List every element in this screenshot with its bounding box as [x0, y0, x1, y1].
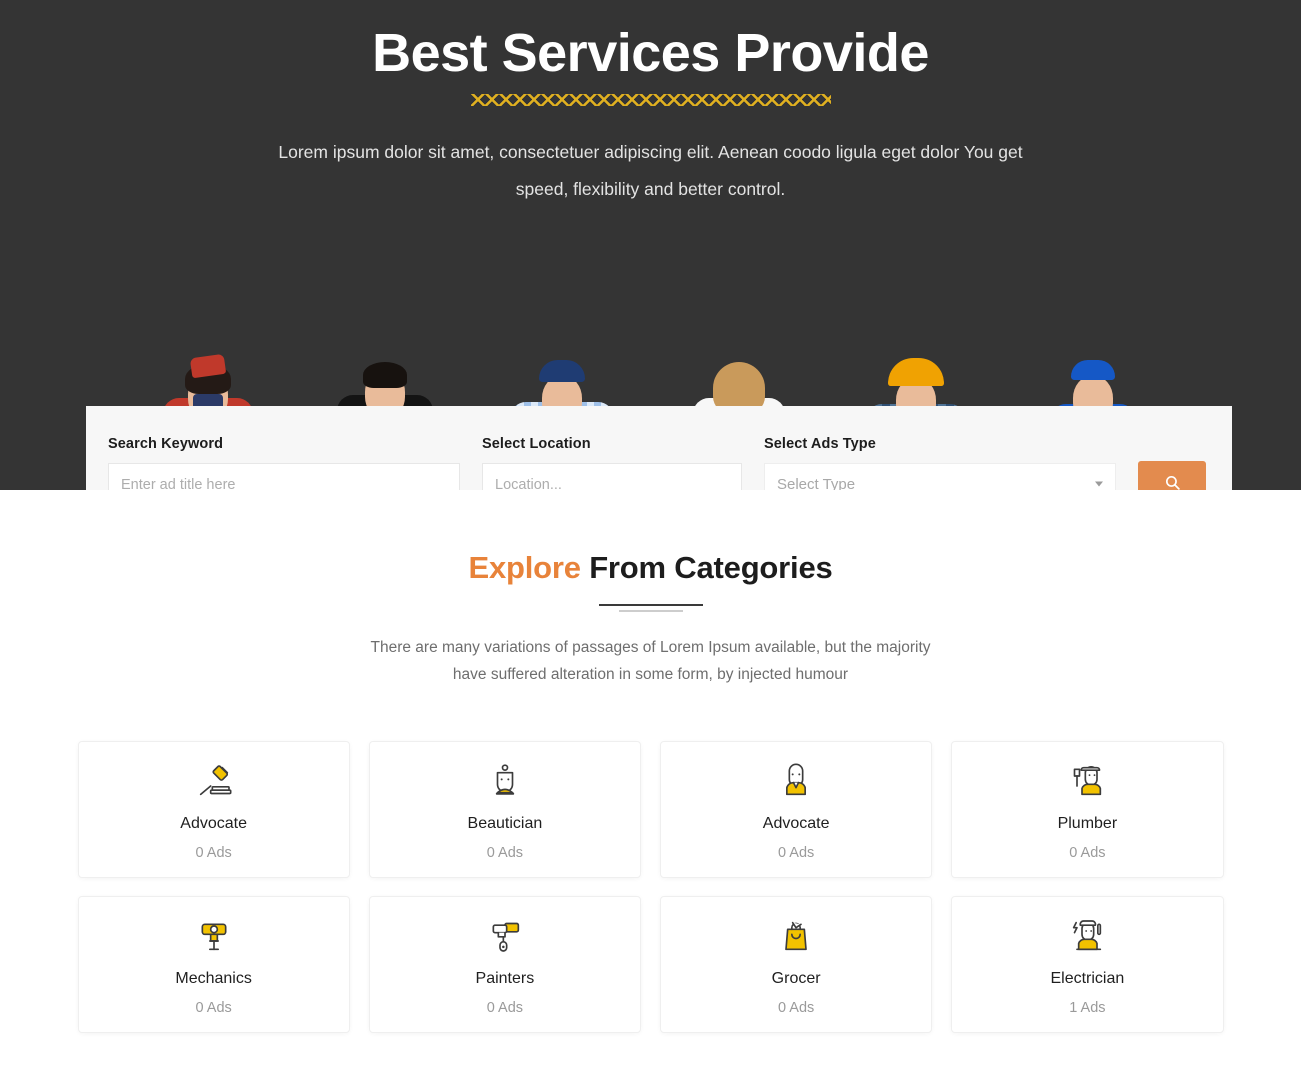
category-card-advocate-1[interactable]: Advocate 0 Ads	[77, 741, 350, 879]
valve-icon	[194, 914, 234, 958]
page-title: Best Services Provide	[372, 23, 929, 83]
search-ads-type-field: Select Ads Type Select Type	[764, 436, 1116, 490]
location-input[interactable]	[482, 463, 742, 490]
categories-grid: Advocate 0 Ads Beautician 0 Ads Advocate…	[77, 741, 1224, 1034]
search-panel: Search Keyword Select Location Select Ad…	[86, 406, 1232, 490]
beautician-icon	[485, 759, 525, 803]
search-icon	[1165, 475, 1180, 490]
category-count: 0 Ads	[777, 999, 815, 1016]
search-location-field: Select Location	[482, 436, 742, 490]
categories-title: Explore From Categories	[0, 550, 1301, 586]
paint-roller-icon	[485, 914, 525, 958]
search-input[interactable]	[108, 463, 460, 490]
categories-title-accent: Explore	[468, 550, 581, 585]
search-keyword-label: Search Keyword	[108, 436, 224, 452]
ads-type-select[interactable]: Select Type	[764, 463, 1116, 490]
category-count: 0 Ads	[486, 999, 524, 1016]
search-button[interactable]	[1138, 461, 1206, 490]
plumber-icon	[1067, 759, 1107, 803]
category-card-mechanics[interactable]: Mechanics 0 Ads	[77, 896, 350, 1034]
category-count: 0 Ads	[1069, 844, 1106, 861]
categories-divider	[598, 604, 703, 614]
category-name: Grocer	[771, 969, 821, 987]
category-card-grocer[interactable]: Grocer 0 Ads	[660, 896, 933, 1034]
category-card-electrician[interactable]: Electrician 1 Ads	[951, 896, 1224, 1034]
category-name: Beautician	[467, 814, 543, 832]
categories-description: There are many variations of passages of…	[370, 639, 931, 684]
hero-section: Best Services Provide Lorem ipsum dolor …	[0, 0, 1301, 490]
category-name: Plumber	[1057, 814, 1118, 832]
chevron-down-icon	[1095, 481, 1103, 487]
category-count: 0 Ads	[486, 844, 524, 861]
category-card-advocate-2[interactable]: Advocate 0 Ads	[660, 741, 933, 879]
category-name: Advocate	[180, 814, 247, 832]
ads-type-selected-value: Select Type	[777, 475, 856, 491]
category-count: 0 Ads	[777, 844, 815, 861]
category-name: Painters	[475, 969, 535, 987]
categories-title-rest: From Categories	[580, 550, 833, 585]
category-name: Advocate	[762, 814, 830, 832]
grocery-bag-icon	[776, 914, 816, 958]
category-card-painters[interactable]: Painters 0 Ads	[368, 896, 641, 1034]
search-ads-type-label: Select Ads Type	[764, 436, 876, 452]
businessman-icon	[776, 759, 816, 803]
category-name: Electrician	[1050, 969, 1125, 987]
category-card-beautician[interactable]: Beautician 0 Ads	[368, 741, 641, 879]
gavel-icon	[194, 759, 234, 803]
category-name: Mechanics	[175, 969, 252, 987]
search-keyword-field: Search Keyword	[108, 436, 460, 490]
zigzag-divider	[470, 94, 831, 107]
electrician-icon	[1067, 914, 1107, 958]
category-count: 0 Ads	[195, 844, 232, 861]
category-count: 1 Ads	[1069, 999, 1106, 1016]
category-card-plumber[interactable]: Plumber 0 Ads	[951, 741, 1224, 879]
categories-section: Explore From Categories There are many v…	[0, 490, 1301, 1034]
hero-subtitle: Lorem ipsum dolor sit amet, consectetuer…	[278, 142, 1023, 199]
category-count: 0 Ads	[195, 999, 232, 1016]
search-location-label: Select Location	[482, 436, 591, 452]
